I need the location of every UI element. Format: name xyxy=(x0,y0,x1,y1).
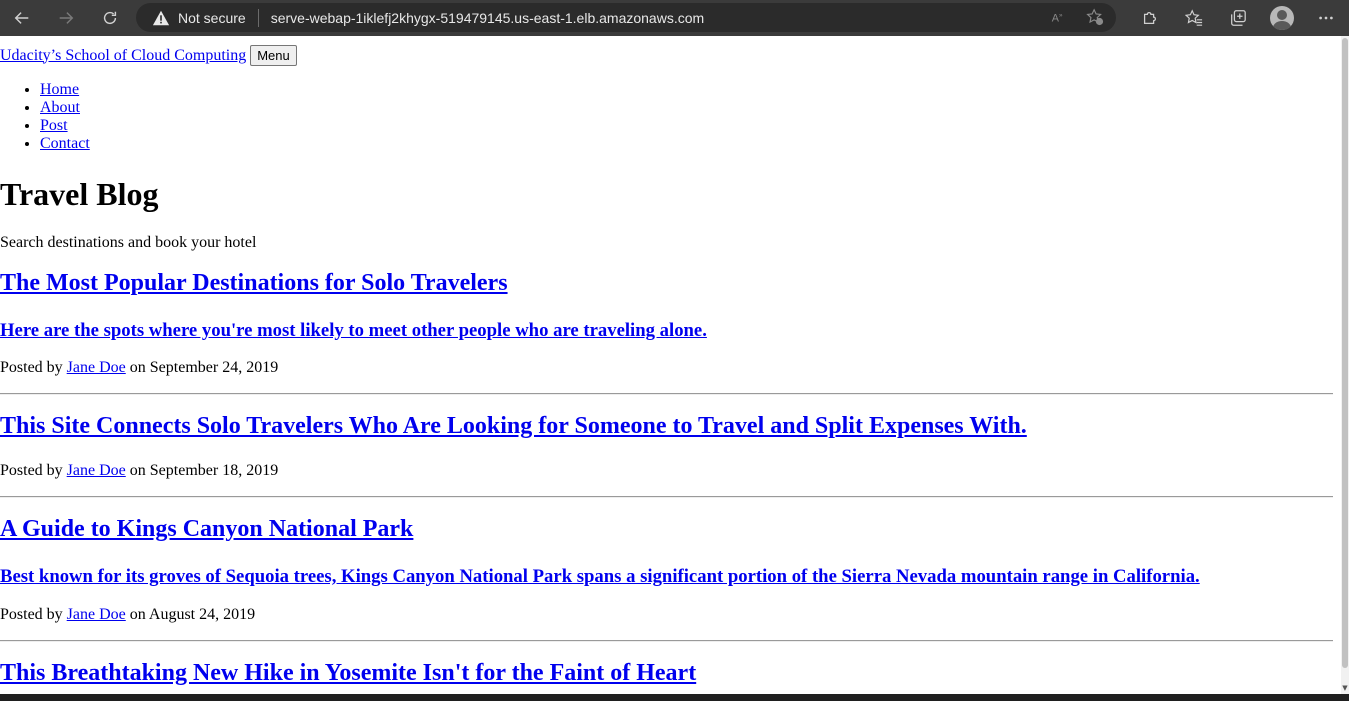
post-subtitle-link[interactable]: Here are the spots where you're most lik… xyxy=(0,320,707,341)
post-preview: This Breathtaking New Hike in Yosemite I… xyxy=(0,660,1333,687)
post-author-link[interactable]: Jane Doe xyxy=(67,606,126,623)
url-text[interactable]: serve-webap-1iklefj2khygx-519479145.us-e… xyxy=(271,10,704,26)
nav-item-contact: Contact xyxy=(40,135,90,153)
page-content: Udacity’s School of Cloud Computing Menu… xyxy=(0,36,1341,694)
puzzle-icon xyxy=(1143,11,1157,25)
post-title-link[interactable]: The Most Popular Destinations for Solo T… xyxy=(0,270,508,296)
settings-more-button[interactable] xyxy=(1304,0,1348,36)
page-title: Travel Blog xyxy=(0,176,159,212)
forward-button[interactable] xyxy=(44,0,88,36)
security-status[interactable]: Not secure xyxy=(178,10,246,26)
nav-item-home: Home xyxy=(40,81,90,99)
extensions-button[interactable] xyxy=(1128,0,1172,36)
menu-button[interactable]: Menu xyxy=(250,45,297,66)
post-author-link[interactable]: Jane Doe xyxy=(67,462,126,479)
svg-text:»: » xyxy=(1059,12,1063,19)
post-meta-date: on September 24, 2019 xyxy=(129,359,279,376)
page-scrollbar[interactable]: ▼ xyxy=(1341,36,1349,694)
post-meta-prefix: Posted by xyxy=(0,359,63,376)
post-title-link[interactable]: This Site Connects Solo Travelers Who Ar… xyxy=(0,413,1027,439)
site-nav: Home About Post Contact xyxy=(0,81,90,153)
nav-link-post[interactable]: Post xyxy=(40,117,68,134)
post-divider xyxy=(0,496,1333,498)
page-subtitle: Search destinations and book your hotel xyxy=(0,234,257,251)
post-author-link[interactable]: Jane Doe xyxy=(67,359,126,376)
post-meta: Posted by Jane Doe on August 24, 2019 xyxy=(0,606,255,624)
collections-icon xyxy=(1231,10,1246,26)
post-preview: A Guide to Kings Canyon National Park Be… xyxy=(0,516,1333,642)
collections-button[interactable] xyxy=(1216,0,1260,36)
refresh-icon xyxy=(103,11,117,25)
warning-icon xyxy=(152,10,170,25)
browser-toolbar: Not secure serve-webap-1iklefj2khygx-519… xyxy=(0,0,1349,36)
refresh-button[interactable] xyxy=(88,0,132,36)
taskbar-strip xyxy=(0,694,1349,701)
post-preview: The Most Popular Destinations for Solo T… xyxy=(0,270,1333,395)
post-divider xyxy=(0,640,1333,642)
nav-item-post: Post xyxy=(40,117,90,135)
arrow-right-icon xyxy=(59,12,74,24)
post-meta-date: on September 18, 2019 xyxy=(129,462,279,479)
favorites-star-icon xyxy=(1185,9,1203,26)
nav-link-contact[interactable]: Contact xyxy=(40,135,90,152)
site-brand-link[interactable]: Udacity’s School of Cloud Computing xyxy=(0,47,246,65)
nav-link-about[interactable]: About xyxy=(40,99,80,116)
post-meta: Posted by Jane Doe on September 18, 2019 xyxy=(0,462,278,480)
back-button[interactable] xyxy=(0,0,44,36)
post-meta-prefix: Posted by xyxy=(0,606,63,623)
add-favorite-icon[interactable] xyxy=(1086,8,1104,26)
scroll-down-icon[interactable]: ▼ xyxy=(1341,684,1349,692)
address-actions: A» xyxy=(1050,8,1104,26)
profile-button[interactable] xyxy=(1260,0,1304,36)
post-meta-date: on August 24, 2019 xyxy=(129,606,256,623)
post-divider xyxy=(0,393,1333,395)
nav-item-about: About xyxy=(40,99,90,117)
address-divider xyxy=(257,8,259,27)
more-dots-icon xyxy=(1319,16,1333,20)
favorites-button[interactable] xyxy=(1172,0,1216,36)
avatar xyxy=(1270,6,1294,30)
read-aloud-icon[interactable]: A» xyxy=(1050,8,1068,26)
arrow-left-icon xyxy=(14,12,29,24)
nav-link-home[interactable]: Home xyxy=(40,81,79,98)
post-meta-prefix: Posted by xyxy=(0,462,63,479)
site-header: Udacity’s School of Cloud Computing Menu xyxy=(0,45,297,66)
post-subtitle-link[interactable]: Best known for its groves of Sequoia tre… xyxy=(0,566,1200,587)
post-meta: Posted by Jane Doe on September 24, 2019 xyxy=(0,359,278,377)
post-preview: This Site Connects Solo Travelers Who Ar… xyxy=(0,413,1333,498)
address-bar[interactable]: Not secure serve-webap-1iklefj2khygx-519… xyxy=(136,3,1116,32)
browser-tools xyxy=(1128,0,1348,36)
post-title-link[interactable]: A Guide to Kings Canyon National Park xyxy=(0,516,413,542)
scrollbar-thumb[interactable] xyxy=(1342,38,1348,668)
post-title-link[interactable]: This Breathtaking New Hike in Yosemite I… xyxy=(0,660,696,686)
